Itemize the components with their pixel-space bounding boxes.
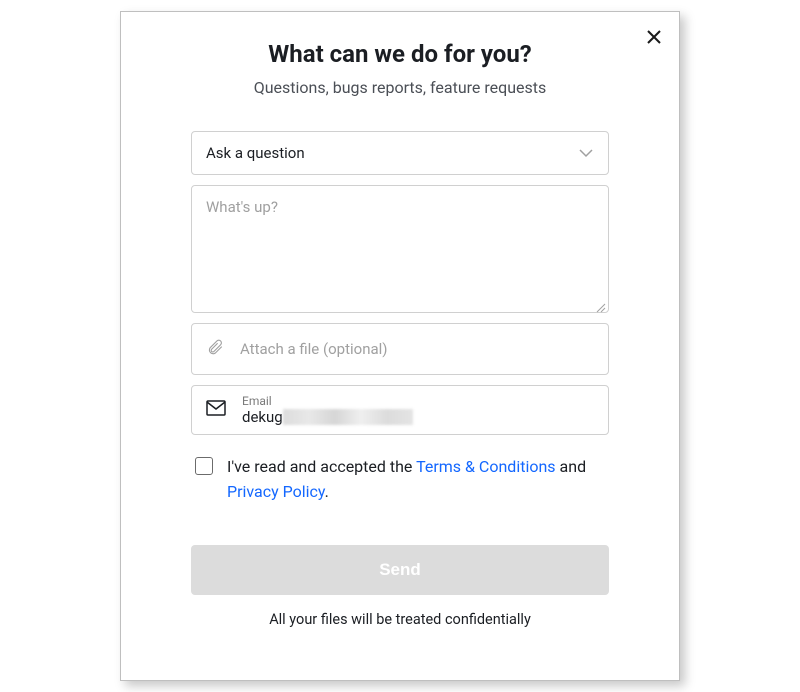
contact-modal: What can we do for you? Questions, bugs … bbox=[120, 11, 680, 681]
consent-checkbox[interactable] bbox=[195, 457, 213, 475]
consent-middle: and bbox=[556, 457, 587, 476]
consent-row: I've read and accepted the Terms & Condi… bbox=[191, 455, 609, 505]
consent-text: I've read and accepted the Terms & Condi… bbox=[227, 455, 609, 505]
email-value: dekug bbox=[242, 408, 594, 426]
modal-header: What can we do for you? Questions, bugs … bbox=[191, 40, 609, 97]
category-select[interactable]: Ask a question bbox=[191, 131, 609, 175]
consent-suffix: . bbox=[325, 482, 329, 501]
email-content: Email dekug bbox=[242, 394, 594, 426]
email-redacted bbox=[283, 409, 413, 425]
send-button[interactable]: Send bbox=[191, 545, 609, 595]
close-button[interactable] bbox=[643, 26, 665, 48]
attach-file-button[interactable]: Attach a file (optional) bbox=[191, 323, 609, 375]
privacy-link[interactable]: Privacy Policy bbox=[227, 482, 325, 501]
email-visible-text: dekug bbox=[242, 408, 283, 426]
modal-title: What can we do for you? bbox=[191, 40, 609, 68]
terms-link[interactable]: Terms & Conditions bbox=[416, 457, 556, 476]
attach-label: Attach a file (optional) bbox=[240, 340, 388, 358]
message-textarea[interactable] bbox=[192, 186, 608, 312]
consent-prefix: I've read and accepted the bbox=[227, 457, 416, 476]
mail-icon bbox=[206, 400, 226, 420]
email-label: Email bbox=[242, 394, 594, 408]
modal-subtitle: Questions, bugs reports, feature request… bbox=[191, 78, 609, 97]
chevron-down-icon bbox=[578, 144, 594, 162]
category-selected-label: Ask a question bbox=[206, 144, 305, 162]
paperclip-icon bbox=[206, 338, 224, 360]
footer-note: All your files will be treated confident… bbox=[191, 611, 609, 628]
email-field[interactable]: Email dekug bbox=[191, 385, 609, 435]
close-icon bbox=[647, 30, 661, 44]
message-field-container bbox=[191, 185, 609, 313]
